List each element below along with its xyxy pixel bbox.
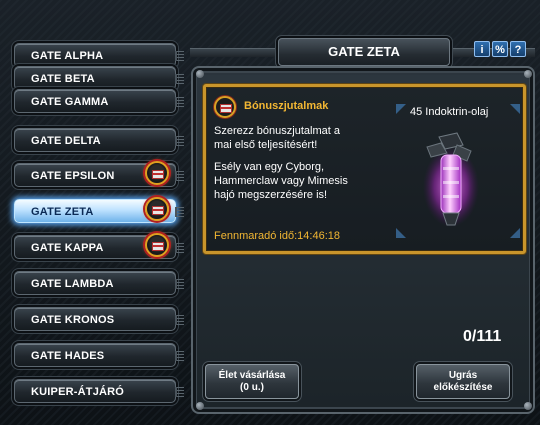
- gate-label: GATE KAPPA: [31, 242, 104, 254]
- bonus-panel: Bónuszjutalmak Szerezz bónuszjutalmat a …: [203, 84, 526, 254]
- gate-label: GATE KRONOS: [31, 314, 115, 326]
- info-icon[interactable]: i: [474, 41, 490, 57]
- button-grip: [175, 97, 184, 107]
- gate-button[interactable]: GATE ZETA: [14, 197, 184, 223]
- prepare-jump-button[interactable]: Ugrás előkészítése: [416, 364, 510, 399]
- gate-button[interactable]: GATE ALPHA: [14, 43, 184, 67]
- gate-label: GATE DELTA: [31, 135, 101, 147]
- gate-button[interactable]: GATE BETA: [14, 66, 184, 90]
- gate-label: GATE HADES: [31, 350, 105, 362]
- progress-counter: 0/111: [463, 328, 502, 345]
- gate-label: GATE ZETA: [31, 206, 94, 218]
- rivet: [196, 70, 204, 78]
- oil-capsule-icon: [423, 132, 479, 227]
- treasure-chest-icon: [214, 96, 236, 118]
- gate-button[interactable]: KUIPER-ÁTJÁRÓ: [14, 379, 184, 403]
- help-icon[interactable]: ?: [510, 41, 526, 57]
- gate-label: GATE BETA: [31, 73, 95, 85]
- bonus-description-line: mai első teljesítésért!: [214, 139, 318, 151]
- button-grip: [175, 171, 184, 181]
- button-grip: [175, 351, 184, 361]
- gate-label: GATE ALPHA: [31, 50, 104, 62]
- button-grip: [175, 387, 184, 397]
- treasure-chest-icon: [145, 197, 169, 221]
- prepare-jump-label-2: előkészítése: [433, 382, 493, 393]
- gate-button[interactable]: GATE DELTA: [14, 128, 184, 152]
- button-grip: [175, 136, 184, 146]
- button-grip: [175, 243, 184, 253]
- percent-icon[interactable]: %: [492, 41, 508, 57]
- gate-button[interactable]: GATE HADES: [14, 343, 184, 367]
- corner-marker-icon: [510, 228, 520, 238]
- reward-label: 45 Indoktrin-olaj: [410, 106, 489, 118]
- corner-marker-icon: [396, 228, 406, 238]
- buy-life-cost: (0 u.): [240, 382, 264, 393]
- window-title: GATE ZETA: [278, 38, 450, 66]
- gate-window: GATE ALPHA GATE BETA GATE GAMMA GATE DELTA G…: [0, 0, 540, 425]
- treasure-chest-icon: [145, 161, 169, 185]
- gate-label: GATE LAMBDA: [31, 278, 114, 290]
- rivet: [196, 402, 204, 410]
- rivet: [524, 70, 532, 78]
- bonus-chance-line: Hammerclaw vagy Mimesis: [214, 175, 348, 187]
- button-grip: [175, 279, 184, 289]
- corner-marker-icon: [396, 104, 406, 114]
- rivet: [524, 402, 532, 410]
- corner-marker-icon: [510, 104, 520, 114]
- button-grip: [175, 51, 184, 61]
- bonus-description-line: Szerezz bónuszjutalmat a: [214, 125, 340, 137]
- bonus-chance-line: hajó megszerzésére is!: [214, 189, 328, 201]
- gate-label: GATE GAMMA: [31, 96, 109, 108]
- gate-button[interactable]: GATE KRONOS: [14, 307, 184, 331]
- prepare-jump-label: Ugrás: [448, 370, 478, 381]
- remaining-time: Fennmaradó idő:14:46:18: [214, 230, 340, 242]
- gate-label: GATE EPSILON: [31, 170, 115, 182]
- treasure-chest-icon: [145, 233, 169, 257]
- buy-life-label: Élet vásárlása: [218, 370, 286, 381]
- bonus-title: Bónuszjutalmak: [244, 100, 329, 112]
- gate-button[interactable]: GATE LAMBDA: [14, 271, 184, 295]
- button-grip: [175, 315, 184, 325]
- button-grip: [175, 74, 184, 84]
- gate-button[interactable]: GATE KAPPA: [14, 233, 184, 259]
- buy-life-button[interactable]: Élet vásárlása (0 u.): [205, 364, 299, 399]
- gate-button[interactable]: GATE GAMMA: [14, 89, 184, 113]
- gate-button[interactable]: GATE EPSILON: [14, 161, 184, 187]
- bonus-chance-line: Esély van egy Cyborg,: [214, 161, 325, 173]
- button-grip: [175, 207, 184, 217]
- gate-label: KUIPER-ÁTJÁRÓ: [31, 386, 125, 398]
